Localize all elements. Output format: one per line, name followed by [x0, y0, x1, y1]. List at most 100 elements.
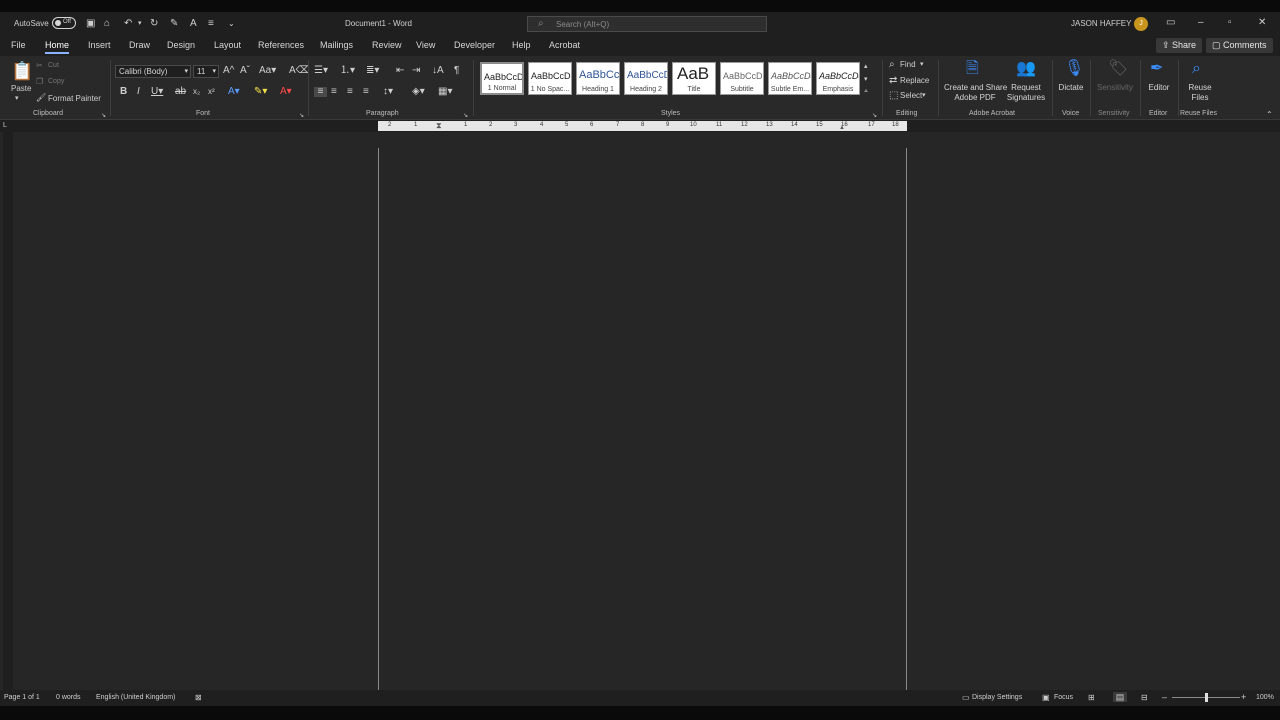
- read-mode-icon[interactable]: ⊞: [1088, 693, 1095, 703]
- zoom-in-icon[interactable]: +: [1241, 692, 1246, 702]
- reuse-files-label[interactable]: Reuse Files: [1184, 83, 1216, 103]
- styles-scroll-up-icon[interactable]: ▴: [864, 62, 868, 72]
- numbering-icon[interactable]: ⒈▾: [340, 66, 355, 76]
- restore-icon[interactable]: ▫: [1228, 18, 1232, 28]
- user-name[interactable]: JASON HAFFEY: [1071, 19, 1131, 28]
- tab-home[interactable]: Home: [45, 40, 70, 54]
- print-layout-icon[interactable]: ▤: [1113, 692, 1127, 702]
- sort-icon[interactable]: ↓A: [432, 66, 444, 76]
- word-count[interactable]: 0 words: [56, 694, 81, 701]
- style-no-spacing[interactable]: AaBbCcDc 1 No Spac...: [528, 62, 572, 95]
- change-case-icon[interactable]: Aa▾: [259, 66, 276, 76]
- zoom-level[interactable]: 100%: [1256, 694, 1274, 701]
- vertical-ruler[interactable]: [3, 132, 13, 690]
- share-button[interactable]: ⇪ Share: [1156, 38, 1203, 53]
- chevron-down-icon[interactable]: ▾: [922, 91, 926, 101]
- paste-dropdown-icon[interactable]: ▾: [15, 94, 19, 104]
- redo-icon[interactable]: ↻: [150, 19, 158, 29]
- styles-more-icon[interactable]: ⩡: [864, 87, 868, 97]
- comments-button[interactable]: ▢ Comments: [1206, 38, 1273, 53]
- italic-icon[interactable]: I: [137, 87, 140, 97]
- bullets-quick-icon[interactable]: ≡: [208, 19, 214, 29]
- clear-formatting-icon[interactable]: A⌫: [289, 66, 310, 76]
- borders-icon[interactable]: ▦▾: [438, 87, 452, 97]
- tab-selector-icon[interactable]: L: [3, 121, 7, 131]
- web-layout-icon[interactable]: ⊟: [1141, 693, 1148, 703]
- text-effects-icon[interactable]: A▾: [228, 87, 240, 97]
- save-icon[interactable]: ▣: [86, 19, 95, 29]
- bullets-icon[interactable]: ☰▾: [314, 66, 328, 76]
- language-indicator[interactable]: English (United Kingdom): [96, 694, 175, 701]
- autosave-toggle[interactable]: Off: [52, 17, 76, 29]
- replace-icon[interactable]: ⇄: [889, 76, 897, 86]
- zoom-slider-thumb[interactable]: [1205, 693, 1208, 702]
- create-pdf-icon[interactable]: 🗎: [966, 61, 979, 77]
- subscript-icon[interactable]: x₂: [193, 87, 200, 97]
- tab-developer[interactable]: Developer: [454, 40, 495, 50]
- tab-file[interactable]: File: [11, 40, 26, 50]
- paste-icon[interactable]: 📋: [11, 62, 33, 80]
- tab-view[interactable]: View: [416, 40, 435, 50]
- undo-icon[interactable]: ↶: [124, 19, 132, 29]
- display-settings-icon[interactable]: ▭: [962, 693, 970, 703]
- tab-acrobat[interactable]: Acrobat: [549, 40, 580, 50]
- chevron-down-icon[interactable]: ▾: [920, 60, 924, 70]
- style-title[interactable]: AaB Title: [672, 62, 716, 95]
- tab-insert[interactable]: Insert: [88, 40, 111, 50]
- touch-mode-icon[interactable]: ⌂: [104, 19, 110, 29]
- strikethrough-icon[interactable]: ab: [175, 87, 186, 97]
- focus-label[interactable]: Focus: [1054, 694, 1073, 701]
- search-box[interactable]: ⌕ Search (Alt+Q): [527, 16, 767, 32]
- tab-layout[interactable]: Layout: [214, 40, 241, 50]
- align-right-icon[interactable]: ≡: [347, 87, 353, 97]
- font-color-icon[interactable]: A▾: [280, 87, 292, 97]
- style-emphasis[interactable]: AaBbCcDd Emphasis: [816, 62, 860, 95]
- grow-font-icon[interactable]: A^: [223, 66, 234, 76]
- undo-dropdown-icon[interactable]: ▾: [138, 19, 142, 29]
- request-signatures-label[interactable]: Request Signatures: [1004, 83, 1048, 103]
- display-settings-label[interactable]: Display Settings: [972, 694, 1022, 701]
- style-normal[interactable]: AaBbCcDc 1 Normal: [480, 62, 524, 95]
- draw-table-icon[interactable]: ✎: [170, 19, 178, 29]
- styles-scroll-down-icon[interactable]: ▾: [864, 75, 868, 85]
- format-painter-label[interactable]: Format Painter: [48, 94, 101, 103]
- style-heading-1[interactable]: AaBbCc Heading 1: [576, 62, 620, 95]
- tab-mailings[interactable]: Mailings: [320, 40, 353, 50]
- replace-label[interactable]: Replace: [900, 76, 929, 85]
- paste-label[interactable]: Paste: [11, 84, 31, 93]
- increase-indent-icon[interactable]: ⇥: [412, 66, 420, 76]
- font-size-combo[interactable]: 11 ▾: [193, 65, 219, 78]
- avatar[interactable]: J: [1134, 17, 1148, 31]
- indent-marker-icon[interactable]: ⧗: [436, 121, 442, 131]
- shading-icon[interactable]: ◈▾: [412, 87, 425, 97]
- request-signatures-icon[interactable]: 👥: [1016, 61, 1036, 77]
- accessibility-icon[interactable]: ⊠: [195, 693, 202, 703]
- style-heading-2[interactable]: AaBbCcD Heading 2: [624, 62, 668, 95]
- underline-icon[interactable]: U▾: [151, 87, 163, 97]
- multilevel-list-icon[interactable]: ≣▾: [366, 66, 379, 76]
- tab-help[interactable]: Help: [512, 40, 531, 50]
- style-subtle-emphasis[interactable]: AaBbCcDd Subtle Em...: [768, 62, 812, 95]
- find-icon[interactable]: ⌕: [889, 60, 895, 70]
- create-share-pdf-label[interactable]: Create and Share Adobe PDF: [944, 83, 1007, 103]
- font-name-combo[interactable]: Calibri (Body) ▾: [115, 65, 191, 78]
- spelling-icon[interactable]: A: [190, 19, 197, 29]
- find-label[interactable]: Find: [900, 60, 916, 69]
- show-marks-icon[interactable]: ¶: [454, 66, 459, 76]
- horizontal-ruler[interactable]: 2 1 1 2 3 4 5 6 7 8 9 10 11 12 13 14 15 …: [378, 121, 907, 131]
- focus-icon[interactable]: ▣: [1042, 693, 1050, 703]
- select-label[interactable]: Select: [900, 91, 922, 100]
- superscript-icon[interactable]: x²: [208, 87, 215, 97]
- tab-review[interactable]: Review: [372, 40, 402, 50]
- microphone-icon[interactable]: 🎙: [1064, 61, 1084, 77]
- decrease-indent-icon[interactable]: ⇤: [396, 66, 404, 76]
- align-left-icon[interactable]: ≡: [314, 87, 327, 97]
- ribbon-display-icon[interactable]: ▭: [1166, 18, 1175, 28]
- select-icon[interactable]: ⬚: [889, 91, 898, 101]
- tab-references[interactable]: References: [258, 40, 304, 50]
- bold-icon[interactable]: B: [120, 87, 127, 97]
- highlight-icon[interactable]: ✎▾: [254, 87, 267, 97]
- tab-design[interactable]: Design: [167, 40, 195, 50]
- reuse-files-icon[interactable]: ⌕: [1192, 61, 1201, 77]
- collapse-ribbon-icon[interactable]: ⌃: [1266, 110, 1273, 120]
